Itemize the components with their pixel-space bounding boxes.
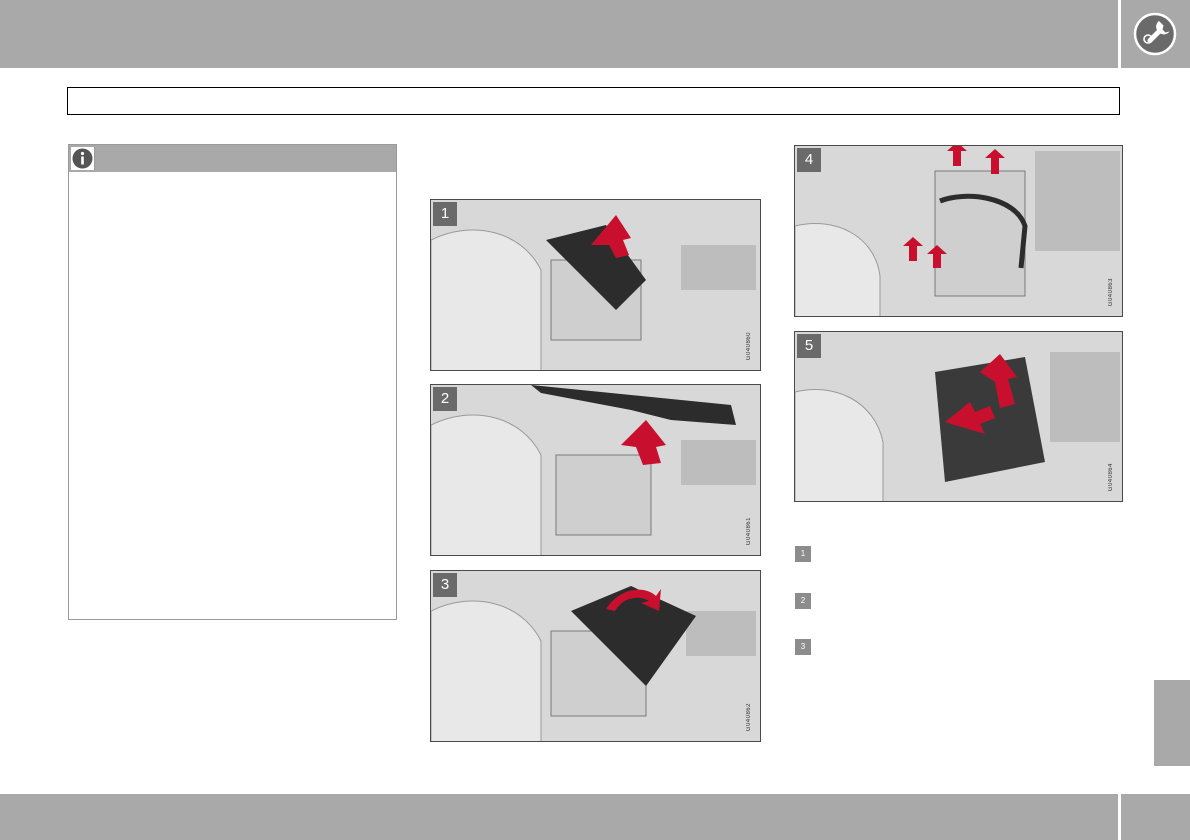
image-code: G040863: [1108, 277, 1114, 306]
photo-step-2: 2 G040861: [430, 384, 761, 556]
note-box: [68, 144, 397, 620]
legend-marker-1: 1: [795, 546, 811, 562]
photo-step-5: 5 G040864: [794, 331, 1123, 502]
page-title-box: [67, 87, 1120, 115]
footer-band: [0, 794, 1118, 840]
photo-step-4: 4 G040863: [794, 145, 1123, 317]
page-number-tab: [1121, 794, 1190, 840]
image-code: G040860: [746, 331, 752, 360]
step-number: 3: [433, 573, 457, 597]
step-number: 5: [797, 334, 821, 358]
image-code: G040864: [1108, 462, 1114, 491]
photo-step-1: 1 G040860: [430, 199, 761, 371]
photo-step-3: 3 G040862: [430, 570, 761, 742]
wrench-icon: [1133, 12, 1177, 56]
step-number: 2: [433, 387, 457, 411]
step-number: 4: [797, 148, 821, 172]
image-code: G040861: [746, 516, 752, 545]
image-code: G040862: [746, 702, 752, 731]
info-icon: [71, 147, 95, 170]
step-number: 1: [433, 202, 457, 226]
note-header: [69, 145, 396, 172]
header-band: [0, 0, 1118, 68]
chapter-side-tab: [1154, 680, 1190, 766]
legend-marker-3: 3: [795, 639, 811, 655]
legend-marker-2: 2: [795, 593, 811, 609]
